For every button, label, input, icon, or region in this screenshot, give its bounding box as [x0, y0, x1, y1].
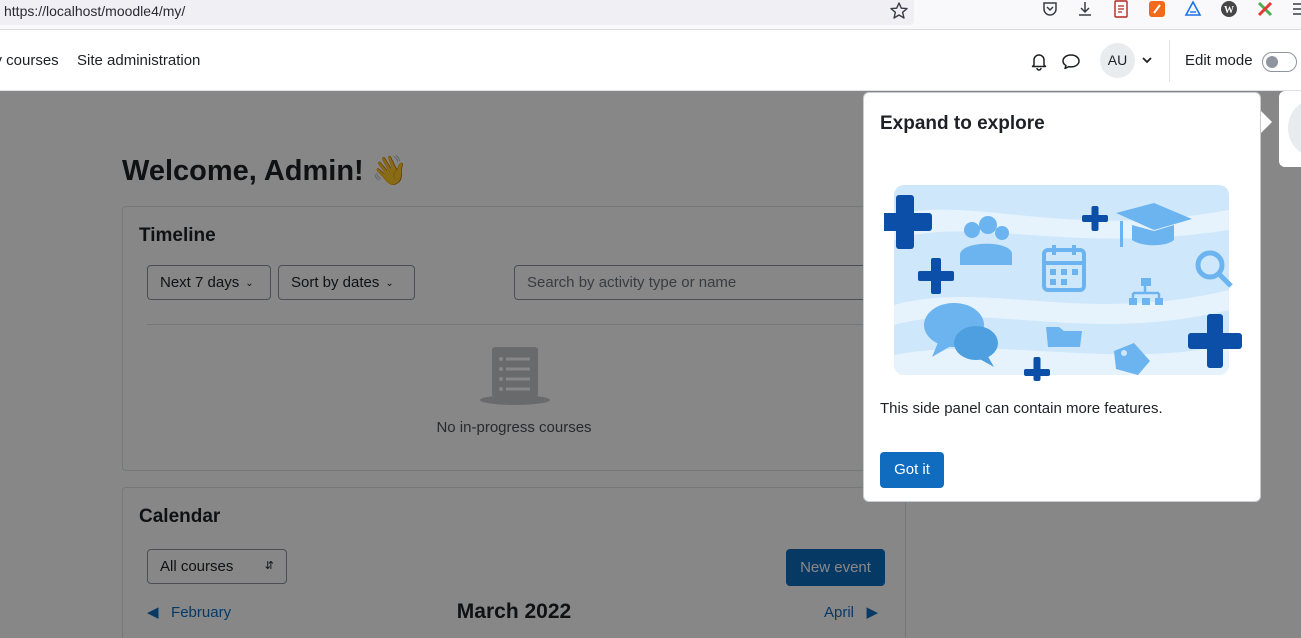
side-panel-illustration	[884, 185, 1242, 381]
chevron-down-icon[interactable]	[1141, 55, 1153, 65]
nav-site-administration[interactable]: Site administration	[77, 52, 200, 69]
wordpress-icon[interactable]: W	[1220, 0, 1238, 18]
download-icon[interactable]	[1076, 0, 1094, 18]
edit-mode-toggle[interactable]	[1262, 52, 1297, 72]
site-navbar: My courses Site administration AU Edit m…	[0, 30, 1301, 91]
bell-icon[interactable]	[1029, 51, 1049, 71]
menu-icon[interactable]	[1292, 0, 1301, 18]
browser-toolbar: https://localhost/moodle4/my/ W	[0, 0, 1301, 30]
bookmark-star-icon[interactable]	[889, 1, 909, 21]
url-bar[interactable]: https://localhost/moodle4/my/	[0, 0, 914, 25]
edit-mode-label: Edit mode	[1185, 52, 1253, 69]
toggle-knob	[1266, 56, 1278, 68]
svg-text:W: W	[1224, 5, 1234, 16]
url-text[interactable]: https://localhost/moodle4/my/	[4, 3, 185, 19]
extension-x-icon[interactable]	[1256, 0, 1274, 18]
nav-my-courses[interactable]: My courses	[0, 52, 59, 69]
tour-title: Expand to explore	[880, 113, 1045, 134]
navbar-divider	[1169, 40, 1170, 82]
got-it-button[interactable]: Got it	[880, 452, 944, 488]
user-avatar[interactable]: AU	[1100, 43, 1135, 78]
pocket-icon[interactable]	[1041, 0, 1059, 18]
popover-arrow	[1261, 111, 1272, 133]
tour-popover: Expand to explore This side panel can co…	[863, 92, 1261, 502]
reader-icon[interactable]	[1112, 0, 1130, 18]
extension-triangle-icon[interactable]	[1184, 0, 1202, 18]
extension-orange-icon[interactable]	[1148, 0, 1166, 18]
tour-description: This side panel can contain more feature…	[880, 400, 1163, 417]
messages-icon[interactable]	[1061, 51, 1081, 71]
